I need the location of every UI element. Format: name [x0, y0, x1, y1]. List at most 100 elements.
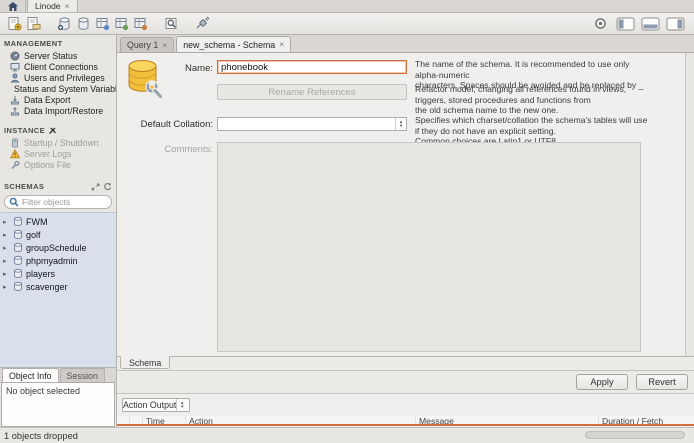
- warning-triangle-icon: [10, 149, 20, 159]
- apply-revert-bar: Apply Revert: [117, 370, 694, 393]
- status-ring-icon[interactable]: [591, 15, 610, 32]
- create-procedure-icon[interactable]: [112, 15, 131, 32]
- connection-tab-label: Linode: [35, 1, 61, 11]
- status-text: 1 objects dropped: [4, 431, 78, 441]
- schema-name-input[interactable]: [217, 60, 407, 74]
- tab-schema-bottom[interactable]: Schema: [120, 356, 170, 369]
- output-selector-value: Action Output: [123, 400, 176, 410]
- sidebar-item-server-logs[interactable]: Server Logs: [0, 148, 116, 159]
- status-bar: 1 objects dropped: [0, 427, 694, 443]
- server-box-icon: [10, 138, 20, 148]
- open-sql-script-icon[interactable]: [24, 15, 43, 32]
- rename-help-text: Refactor model, changing all references …: [415, 84, 651, 116]
- tree-item-phpmyadmin[interactable]: ▸phpmyadmin: [0, 254, 116, 267]
- management-title: MANAGEMENT: [4, 39, 63, 48]
- schema-tree: ▸FWM ▸golf ▸groupSchedule ▸phpmyadmin ▸p…: [0, 212, 116, 367]
- apply-button[interactable]: Apply: [576, 374, 628, 390]
- sidebar-item-users-privileges[interactable]: Users and Privileges: [0, 72, 116, 83]
- instance-tools-icon: [48, 126, 57, 135]
- sidebar-item-status-system-variables[interactable]: Status and System Variables: [0, 83, 116, 94]
- object-info-text: No object selected: [6, 386, 80, 396]
- close-icon[interactable]: ×: [279, 40, 284, 49]
- sidebar-item-data-import[interactable]: Data Import/Restore: [0, 105, 116, 116]
- toggle-right-sidebar-icon[interactable]: [666, 15, 685, 32]
- toggle-left-sidebar-icon[interactable]: [616, 15, 635, 32]
- editor-scrollbar[interactable]: [685, 53, 694, 356]
- sidebar-item-options-file[interactable]: Options File: [0, 159, 116, 170]
- output-col-message[interactable]: Message: [416, 416, 599, 424]
- search-table-data-icon[interactable]: [162, 15, 181, 32]
- schema-cylinder-icon: [13, 268, 23, 279]
- sidebar-item-startup-shutdown[interactable]: Startup / Shutdown: [0, 137, 116, 148]
- close-icon[interactable]: ×: [162, 41, 167, 50]
- output-selector[interactable]: Action Output ▴▾: [122, 398, 190, 412]
- tab-object-info[interactable]: Object Info: [2, 368, 59, 382]
- close-icon[interactable]: ×: [65, 2, 70, 11]
- client-connections-icon: [10, 62, 20, 72]
- output-col-time[interactable]: Time: [143, 416, 186, 424]
- create-view-icon[interactable]: [93, 15, 112, 32]
- collation-combo[interactable]: ▴▾: [217, 117, 407, 131]
- data-import-icon: [10, 106, 20, 116]
- output-col-action[interactable]: Action: [186, 416, 416, 424]
- tree-item-scavenger[interactable]: ▸scavenger: [0, 280, 116, 293]
- object-info-panel: No object selected: [1, 382, 115, 427]
- collation-label: Default Collation:: [117, 119, 213, 130]
- schema-filter[interactable]: [4, 195, 112, 209]
- refresh-schemas-icon[interactable]: [103, 182, 112, 191]
- schema-cylinder-icon: [13, 229, 23, 240]
- combo-spinner-icon: ▴▾: [176, 399, 187, 411]
- action-output-panel: Action Output ▴▾ Time Action Message Dur…: [117, 393, 694, 427]
- tree-item-golf[interactable]: ▸golf: [0, 228, 116, 241]
- main-area: Query 1× new_schema - Schema× Name: The …: [117, 35, 694, 427]
- sidebar-item-client-connections[interactable]: Client Connections: [0, 61, 116, 72]
- output-col-status: [117, 416, 130, 424]
- tab-new-schema[interactable]: new_schema - Schema×: [176, 36, 291, 52]
- management-section-header: MANAGEMENT: [0, 35, 116, 50]
- info-tab-bar: Object Info Session: [0, 367, 116, 382]
- schema-cylinder-icon: [13, 216, 23, 227]
- expand-schemas-icon[interactable]: [91, 183, 100, 191]
- navigator-sidebar: MANAGEMENT Server Status Client Connecti…: [0, 35, 117, 427]
- sidebar-item-data-export[interactable]: Data Export: [0, 94, 116, 105]
- tab-session[interactable]: Session: [60, 368, 105, 382]
- expander-icon[interactable]: ▸: [3, 270, 10, 278]
- schemas-title: SCHEMAS: [4, 182, 44, 191]
- tab-query1[interactable]: Query 1×: [120, 37, 174, 52]
- toggle-bottom-panel-icon[interactable]: [641, 15, 660, 32]
- wrench-icon: [10, 160, 20, 170]
- editor-bottom-tabstrip: Schema: [117, 356, 694, 370]
- search-icon: [9, 197, 19, 207]
- expander-icon[interactable]: ▸: [3, 257, 10, 265]
- horizontal-scrollbar-thumb[interactable]: [585, 431, 685, 439]
- revert-button[interactable]: Revert: [636, 374, 688, 390]
- server-status-icon: [10, 51, 20, 61]
- expander-icon[interactable]: ▸: [3, 231, 10, 239]
- main-toolbar: [0, 13, 694, 35]
- connection-tab-linode[interactable]: Linode ×: [27, 0, 78, 12]
- instance-section-header: INSTANCE: [0, 122, 116, 137]
- sidebar-item-server-status[interactable]: Server Status: [0, 50, 116, 61]
- instance-title: INSTANCE: [4, 126, 45, 135]
- schema-cylinder-icon: [13, 242, 23, 253]
- expander-icon[interactable]: ▸: [3, 283, 10, 291]
- create-schema-icon[interactable]: [55, 15, 74, 32]
- rename-references-button[interactable]: Rename References: [217, 84, 407, 100]
- expander-icon[interactable]: ▸: [3, 244, 10, 252]
- filter-input[interactable]: [22, 197, 102, 207]
- connection-tab-strip: Linode ×: [0, 0, 694, 13]
- create-table-icon[interactable]: [74, 15, 93, 32]
- data-export-icon: [10, 95, 20, 105]
- output-col-duration[interactable]: Duration / Fetch: [599, 416, 694, 424]
- schema-cylinder-icon: [13, 281, 23, 292]
- home-tab[interactable]: [0, 0, 26, 12]
- expander-icon[interactable]: ▸: [3, 218, 10, 226]
- new-sql-tab-icon[interactable]: [5, 15, 24, 32]
- tree-item-players[interactable]: ▸players: [0, 267, 116, 280]
- toolbar-right-group: [591, 15, 689, 32]
- tree-item-fwm[interactable]: ▸FWM: [0, 215, 116, 228]
- comments-textarea[interactable]: [217, 142, 641, 352]
- reconnect-db-icon[interactable]: [193, 15, 212, 32]
- create-function-icon[interactable]: [131, 15, 150, 32]
- tree-item-groupschedule[interactable]: ▸groupSchedule: [0, 241, 116, 254]
